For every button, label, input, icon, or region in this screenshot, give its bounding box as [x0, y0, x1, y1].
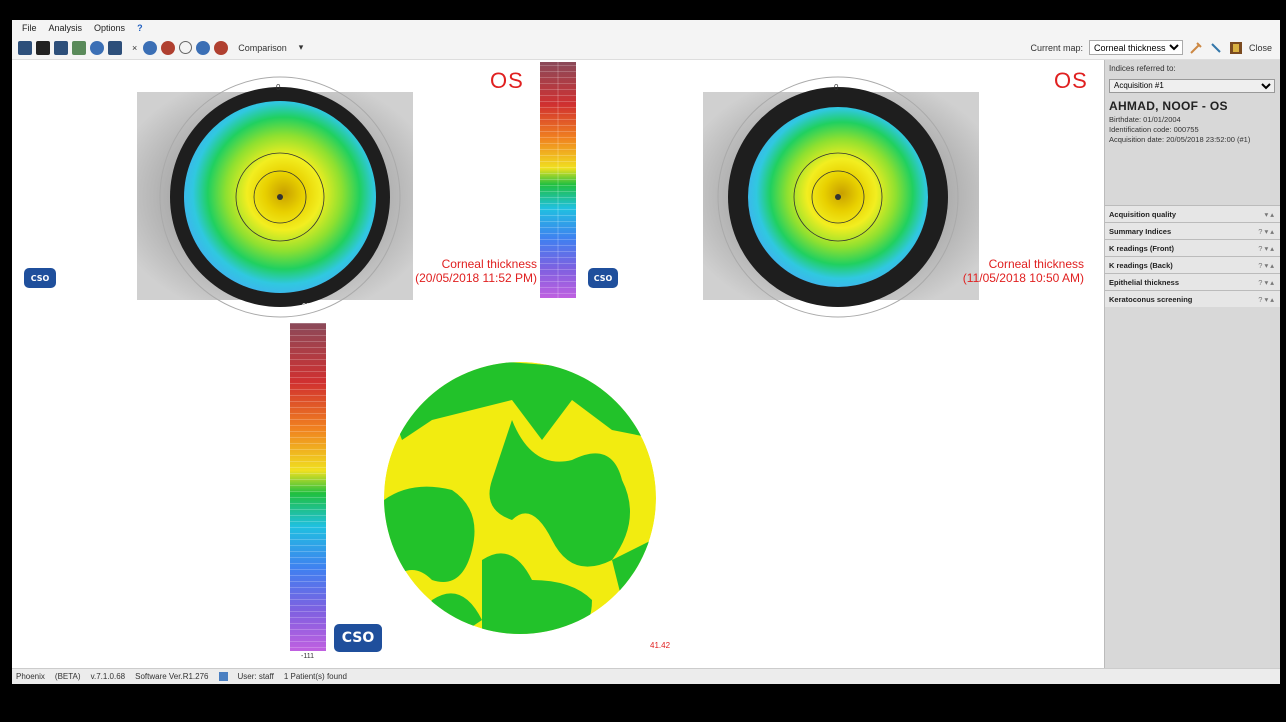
top-color-scale: [540, 62, 576, 298]
app-window: File Analysis Options ? × Comparison ▾ C…: [12, 20, 1280, 684]
section-controls-icon[interactable]: ?▾▴: [1258, 278, 1276, 287]
section-controls-icon[interactable]: ?▾▴: [1258, 244, 1276, 253]
menu-file[interactable]: File: [22, 23, 37, 33]
difference-map[interactable]: [384, 360, 662, 640]
right-map-caption: Corneal thickness (11/05/2018 10:50 AM): [922, 257, 1084, 285]
section-controls-icon[interactable]: ?▾▴: [1258, 295, 1276, 304]
grid-icon[interactable]: [54, 40, 68, 55]
side-panel: Indices referred to: Acquisition #1 AHMA…: [1104, 60, 1280, 668]
svg-text:0: 0: [834, 83, 839, 92]
left-map-caption: Corneal thickness (20/05/2018 11:52 PM): [362, 257, 537, 285]
section-controls-icon[interactable]: ▾▴: [1264, 210, 1276, 219]
info-icon[interactable]: [218, 672, 228, 681]
toolbar: × Comparison ▾ Current map: Corneal thic…: [12, 36, 1280, 60]
pointer-icon[interactable]: [1209, 41, 1223, 55]
print-icon[interactable]: [72, 40, 86, 55]
cso-logo-left: CSO: [24, 268, 56, 288]
section-k-readings-back[interactable]: K readings (Back) ?▾▴: [1105, 256, 1280, 273]
status-bar: Phoenix (BETA) v.7.1.0.68 Software Ver.R…: [12, 668, 1280, 684]
exit-icon[interactable]: [1229, 41, 1243, 55]
menu-bar: File Analysis Options ?: [12, 20, 1280, 36]
left-caption-title: Corneal thickness: [441, 257, 537, 271]
menu-help[interactable]: ?: [137, 23, 143, 33]
close-button[interactable]: Close: [1249, 43, 1272, 53]
status-patients: 1 Patient(s) found: [283, 672, 347, 681]
patient-name: AHMAD, NOOF - OS: [1109, 99, 1228, 113]
section-controls-icon[interactable]: ?▾▴: [1258, 261, 1276, 270]
status-beta: (BETA): [54, 672, 81, 681]
patient-birthdate: Birthdate: 01/01/2004: [1109, 115, 1181, 124]
left-caption-date: (20/05/2018 11:52 PM): [415, 271, 537, 285]
scale-top-label: 611: [302, 303, 314, 310]
panel-sections: Acquisition quality ▾▴ Summary Indices ?▾▴…: [1105, 205, 1280, 307]
current-map-label: Current map:: [1030, 42, 1083, 53]
current-map-select[interactable]: Corneal thickness: [1088, 40, 1183, 55]
globe-icon[interactable]: [143, 40, 158, 55]
section-keratoconus-screening[interactable]: Keratoconus screening ?▾▴: [1105, 290, 1280, 307]
status-app: Phoenix: [16, 672, 45, 681]
target-icon[interactable]: [196, 40, 211, 55]
map-canvas: 0 0: [137, 62, 979, 651]
section-controls-icon[interactable]: ?▾▴: [1258, 227, 1276, 236]
section-k-readings-front[interactable]: K readings (Front) ?▾▴: [1105, 239, 1280, 256]
difference-color-scale: [290, 323, 326, 651]
square-icon[interactable]: [36, 40, 50, 55]
difference-value: 41.42: [650, 641, 671, 650]
menu-options[interactable]: Options: [94, 23, 125, 33]
right-caption-date: (11/05/2018 10:50 AM): [962, 271, 1084, 285]
cso-logo-middle: CSO: [588, 268, 618, 288]
menu-analysis[interactable]: Analysis: [49, 23, 83, 33]
right-caption-title: Corneal thickness: [988, 257, 1084, 271]
cso-logo-bottom: CSO: [334, 624, 382, 652]
toolbar-right: Current map: Corneal thickness Close: [1030, 40, 1272, 55]
chevron-down-icon: ▾: [298, 42, 304, 52]
status-version: v.7.1.0.68: [90, 672, 126, 681]
status-user: User: staff: [237, 672, 274, 681]
diamond-icon[interactable]: [90, 40, 104, 55]
acquisition-date: Acquisition date: 20/05/2018 23:52:00 (#…: [1109, 135, 1251, 144]
status-software: Software Ver.R1.276: [135, 672, 209, 681]
color-map-icon[interactable]: [161, 40, 176, 55]
tools-icon[interactable]: [1189, 41, 1203, 55]
indices-label: Indices referred to:: [1109, 64, 1176, 73]
layout-icon[interactable]: [18, 40, 32, 55]
close-x-icon[interactable]: ×: [132, 43, 137, 53]
section-acquisition-quality[interactable]: Acquisition quality ▾▴: [1105, 205, 1280, 222]
left-eye-label: OS: [490, 68, 524, 93]
comparison-menu[interactable]: Comparison: [238, 43, 287, 53]
svg-text:0: 0: [276, 83, 281, 92]
ring-icon[interactable]: [179, 41, 193, 54]
section-summary-indices[interactable]: Summary Indices ?▾▴: [1105, 222, 1280, 239]
indices-select[interactable]: Acquisition #1: [1109, 78, 1275, 93]
section-epithelial-thickness[interactable]: Epithelial thickness ?▾▴: [1105, 273, 1280, 290]
heart-icon[interactable]: [214, 40, 229, 55]
patient-id: Identification code: 000755: [1109, 125, 1199, 134]
scale-bottom-label: -111: [301, 653, 314, 660]
right-eye-label: OS: [1054, 68, 1088, 93]
table-icon[interactable]: [108, 40, 122, 55]
